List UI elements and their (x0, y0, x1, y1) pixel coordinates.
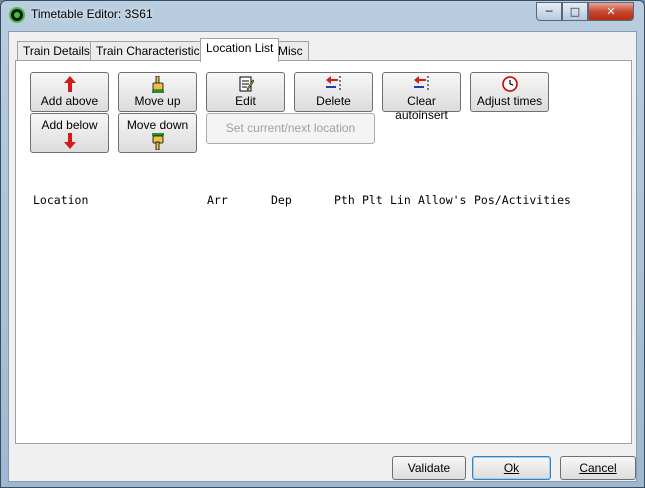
column-header-dep: Dep (271, 193, 292, 207)
column-header-pos-activities: Pos/Activities (474, 193, 571, 207)
hand-down-icon (119, 133, 196, 151)
tab-location-list[interactable]: Location List (200, 38, 280, 62)
app-icon (9, 7, 25, 23)
add-above-label: Add above (40, 94, 99, 108)
close-button[interactable]: ✕ (588, 2, 634, 21)
validate-button[interactable]: Validate (392, 456, 466, 480)
clear-autoinsert-button[interactable]: Clear autoinsert (382, 72, 461, 122)
set-current-next-location-button[interactable]: Set current/next location (206, 113, 375, 144)
clock-icon (471, 76, 548, 94)
move-down-button[interactable]: Move down (118, 113, 197, 153)
tab-label: Location List (206, 41, 274, 55)
add-below-label: Add below (41, 118, 98, 132)
column-header-pth: Pth (334, 193, 355, 207)
add-below-button[interactable]: Add below (30, 113, 109, 153)
move-up-button[interactable]: Move up (118, 72, 197, 112)
location-list-panel: Add above Add below Move up Move down Ed… (15, 60, 632, 444)
move-up-label: Move up (134, 94, 181, 108)
column-header-location: Location (33, 193, 89, 207)
maximize-button[interactable]: □ (562, 2, 588, 21)
dialog-client-area: Train Details Train Characteristics Loca… (8, 31, 637, 482)
ok-button[interactable]: Ok (472, 456, 551, 480)
edit-label: Edit (235, 94, 256, 108)
adjust-times-label: Adjust times (476, 94, 543, 108)
arrow-up-red-icon (31, 76, 108, 94)
delete-label: Delete (316, 94, 351, 108)
title-bar[interactable]: Timetable Editor: 3S61 ─ □ ✕ (1, 1, 644, 29)
minimize-button[interactable]: ─ (536, 2, 562, 21)
move-down-label: Move down (126, 118, 189, 132)
cancel-label: Cancel (579, 461, 617, 475)
add-above-button[interactable]: Add above (30, 72, 109, 112)
column-header-allows: Allow's (418, 193, 467, 207)
cancel-button[interactable]: Cancel (560, 456, 636, 480)
tab-train-characteristics[interactable]: Train Characteristics (90, 41, 212, 61)
column-header-arr: Arr (207, 193, 228, 207)
tab-train-details[interactable]: Train Details (17, 41, 96, 61)
ok-label: Ok (503, 461, 520, 475)
clear-autoinsert-icon (383, 76, 460, 94)
timetable-editor-window: Timetable Editor: 3S61 ─ □ ✕ Train Detai… (0, 0, 645, 488)
tab-label: Train Details (23, 44, 90, 58)
tab-label: Train Characteristics (96, 44, 206, 58)
adjust-times-button[interactable]: Adjust times (470, 72, 549, 112)
column-header-lin: Lin (390, 193, 411, 207)
delete-button[interactable]: Delete (294, 72, 373, 112)
hand-up-icon (119, 75, 196, 94)
edit-document-icon (207, 76, 284, 94)
edit-button[interactable]: Edit (206, 72, 285, 112)
delete-arrow-icon (295, 76, 372, 94)
clear-autoinsert-label: Clear autoinsert (395, 94, 448, 122)
window-title: Timetable Editor: 3S61 (31, 7, 153, 21)
column-header-plt: Plt (362, 193, 383, 207)
tab-label: Misc (278, 44, 303, 58)
arrow-down-red-icon (31, 133, 108, 151)
